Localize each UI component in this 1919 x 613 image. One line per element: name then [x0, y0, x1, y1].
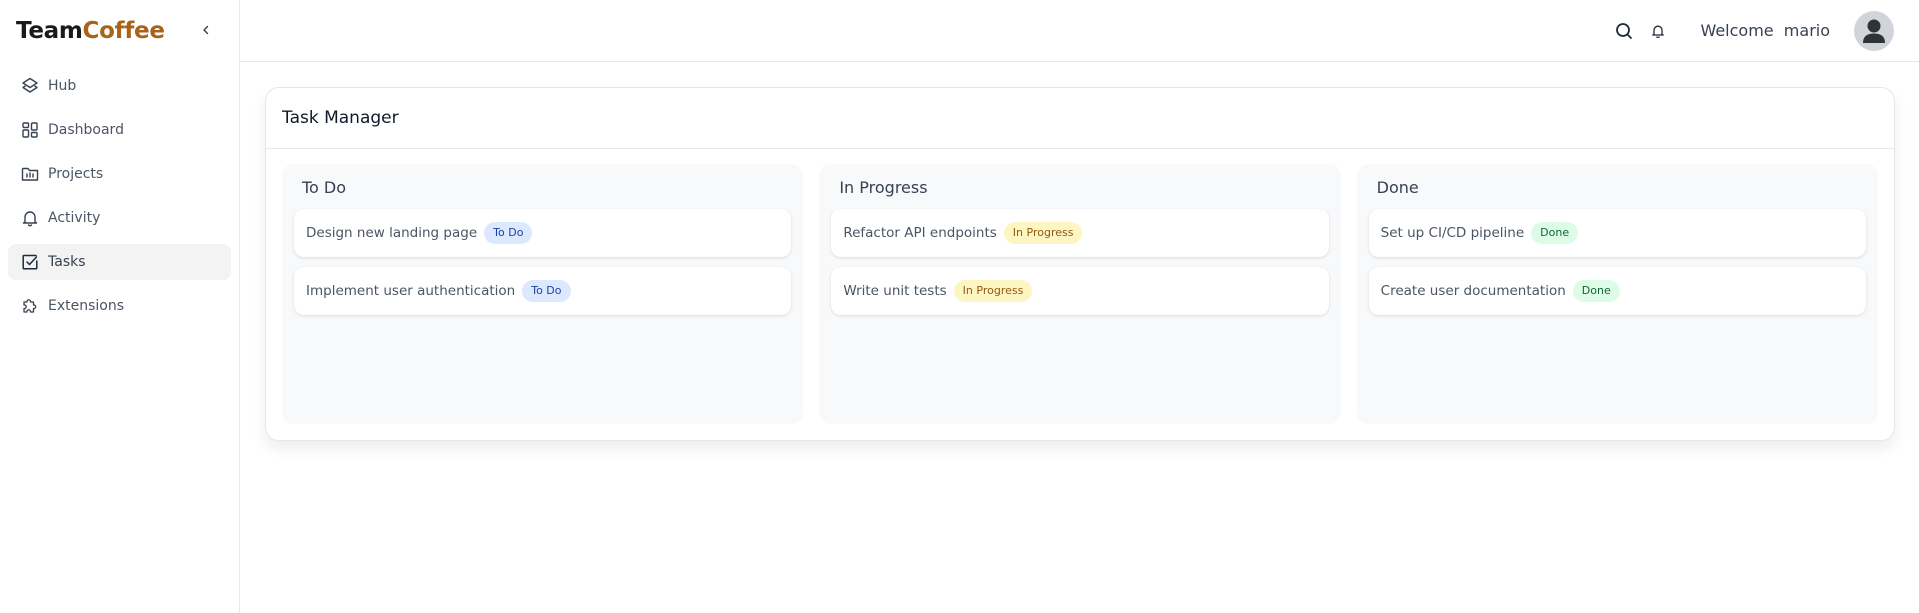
column-done: Done Set up CI/CD pipeline Done Create u…: [1356, 164, 1878, 424]
welcome-text: Welcome mario: [1700, 21, 1830, 40]
sidebar-item-activity[interactable]: Activity: [8, 200, 231, 236]
task-title: Design new landing page: [306, 225, 478, 241]
task-title: Write unit tests: [843, 283, 947, 299]
search-icon: [1616, 22, 1633, 39]
brand-team: Team: [16, 18, 83, 44]
sidebar-item-label: Dashboard: [48, 122, 124, 138]
column-title: To Do: [302, 178, 347, 197]
sidebar: TeamCoffee Hub Dashboard Projects Activi…: [0, 0, 240, 613]
task-title: Refactor API endpoints: [843, 225, 997, 241]
sidebar-item-hub[interactable]: Hub: [8, 68, 231, 104]
checkbox-icon: [20, 252, 40, 272]
kanban-board: To Do Design new landing page To Do Impl…: [266, 149, 1894, 440]
status-badge: Done: [1572, 280, 1620, 302]
task-card[interactable]: Refactor API endpoints In Progress: [831, 209, 1329, 257]
topbar: Welcome mario: [240, 0, 1919, 62]
column-todo: To Do Design new landing page To Do Impl…: [282, 164, 804, 424]
sidebar-item-label: Tasks: [48, 254, 86, 270]
chevron-left-icon: [203, 25, 209, 35]
main-area: Welcome mario Task Manager To Do Design …: [240, 0, 1919, 613]
sidebar-item-label: Hub: [48, 78, 77, 94]
layers-icon: [20, 76, 40, 96]
sidebar-item-projects[interactable]: Projects: [8, 156, 231, 192]
task-card[interactable]: Design new landing page To Do: [294, 209, 792, 257]
brand: TeamCoffee: [0, 0, 239, 62]
status-badge: In Progress: [1003, 222, 1083, 244]
app-root: TeamCoffee Hub Dashboard Projects Activi…: [0, 0, 1919, 613]
notifications-button[interactable]: [1646, 19, 1670, 43]
brand-coffee: Coffee: [82, 18, 165, 44]
sidebar-nav: Hub Dashboard Projects Activity Tasks Ex…: [0, 62, 239, 324]
folder-chart-icon: [20, 164, 40, 184]
status-badge: To Do: [522, 280, 571, 302]
puzzle-icon: [20, 296, 40, 316]
column-in-progress: In Progress Refactor API endpoints In Pr…: [819, 164, 1341, 424]
welcome-label: Welcome: [1700, 21, 1774, 40]
avatar[interactable]: [1854, 10, 1894, 51]
status-badge: In Progress: [953, 280, 1033, 302]
task-manager-card: Task Manager To Do Design new landing pa…: [265, 87, 1895, 441]
task-title: Set up CI/CD pipeline: [1380, 225, 1525, 241]
sidebar-item-label: Projects: [48, 166, 104, 182]
column-title: In Progress: [839, 178, 928, 197]
sidebar-item-extensions[interactable]: Extensions: [8, 288, 231, 324]
column-title: Done: [1376, 178, 1419, 197]
sidebar-item-label: Activity: [48, 210, 101, 226]
task-title: Create user documentation: [1380, 283, 1566, 299]
sidebar-item-dashboard[interactable]: Dashboard: [8, 112, 231, 148]
bell-icon: [20, 208, 40, 228]
dashboard-grid-icon: [20, 120, 40, 140]
task-card[interactable]: Implement user authentication To Do: [294, 267, 792, 315]
username: mario: [1783, 21, 1830, 40]
content: Task Manager To Do Design new landing pa…: [240, 62, 1919, 441]
brand-logo[interactable]: TeamCoffee: [16, 18, 165, 44]
sidebar-item-label: Extensions: [48, 298, 125, 314]
task-card[interactable]: Write unit tests In Progress: [831, 267, 1329, 315]
sidebar-item-tasks[interactable]: Tasks: [8, 244, 231, 280]
page-title: Task Manager: [266, 88, 1894, 149]
bell-icon: [1652, 25, 1665, 38]
status-badge: To Do: [484, 222, 533, 244]
search-button[interactable]: [1612, 19, 1636, 43]
user-avatar-icon: [1863, 19, 1885, 43]
status-badge: Done: [1531, 222, 1579, 244]
task-card[interactable]: Set up CI/CD pipeline Done: [1368, 209, 1866, 257]
collapse-sidebar-button[interactable]: [196, 20, 216, 40]
task-title: Implement user authentication: [306, 283, 516, 299]
task-card[interactable]: Create user documentation Done: [1368, 267, 1866, 315]
